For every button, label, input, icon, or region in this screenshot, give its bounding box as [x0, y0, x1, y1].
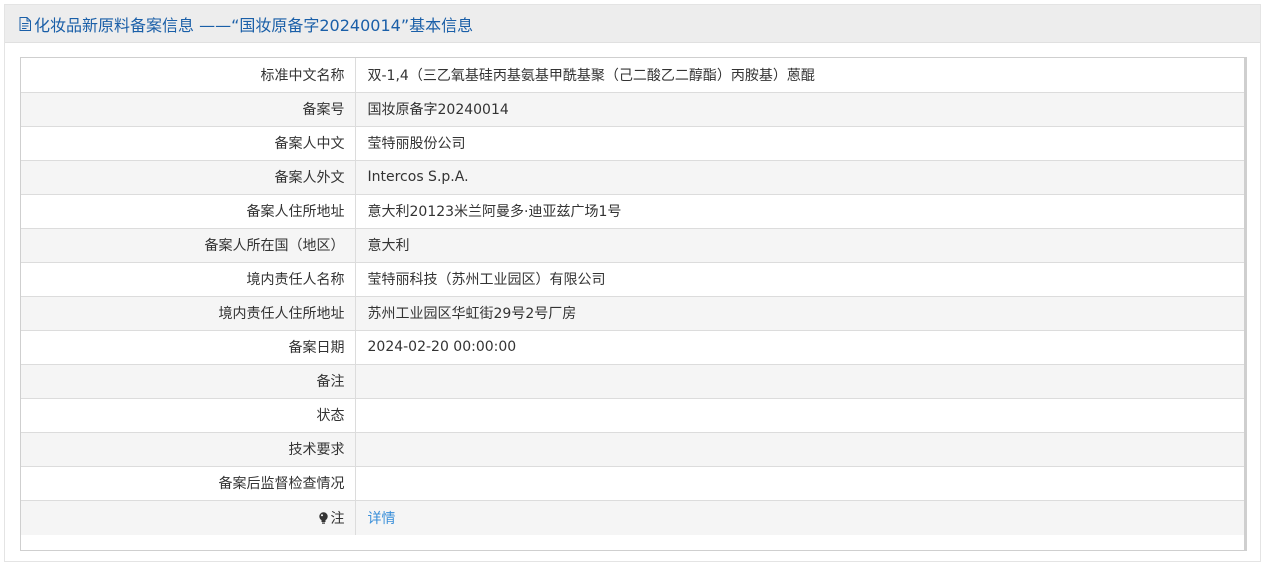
note-value-cell: 详情 — [355, 500, 1244, 535]
row-label: 备案人中文 — [21, 126, 356, 161]
table-row: 备案号 国妆原备字20240014 — [21, 92, 1244, 127]
info-table: 标准中文名称 双-1,4（三乙氧基硅丙基氨基甲酰基聚（己二酸乙二醇酯）丙胺基）蒽… — [21, 58, 1244, 535]
row-value: 2024-02-20 00:00:00 — [355, 330, 1244, 365]
table-row: 备案人外文 Intercos S.p.A. — [21, 160, 1244, 195]
page-title-text: 化妆品新原料备案信息 ——“国妆原备字20240014”基本信息 — [34, 15, 474, 35]
note-label-text: 注 — [330, 510, 345, 527]
note-row: 注 详情 — [21, 500, 1244, 535]
row-label: 备案号 — [21, 92, 356, 127]
row-value — [355, 364, 1244, 399]
row-value: 国妆原备字20240014 — [355, 92, 1244, 127]
table-row: 备注 — [21, 364, 1244, 399]
note-label: 注 — [318, 508, 345, 528]
details-link[interactable]: 详情 — [368, 511, 396, 527]
row-value: 双-1,4（三乙氧基硅丙基氨基甲酰基聚（己二酸乙二醇酯）丙胺基）蒽醌 — [355, 58, 1244, 93]
document-icon — [19, 16, 31, 31]
row-label: 备案人外文 — [21, 160, 356, 195]
row-value: 莹特丽股份公司 — [355, 126, 1244, 161]
row-label: 状态 — [21, 398, 356, 433]
row-label: 标准中文名称 — [21, 58, 356, 93]
table-row: 状态 — [21, 398, 1244, 433]
table-row: 技术要求 — [21, 432, 1244, 467]
table-row: 境内责任人住所地址 苏州工业园区华虹街29号2号厂房 — [21, 296, 1244, 331]
table-row: 境内责任人名称 莹特丽科技（苏州工业园区）有限公司 — [21, 262, 1244, 297]
row-value: 意大利 — [355, 228, 1244, 263]
row-value: 苏州工业园区华虹街29号2号厂房 — [355, 296, 1244, 331]
row-label: 备注 — [21, 364, 356, 399]
row-value — [355, 398, 1244, 433]
row-value: Intercos S.p.A. — [355, 160, 1244, 195]
row-label: 备案人住所地址 — [21, 194, 356, 229]
page-title: 化妆品新原料备案信息 ——“国妆原备字20240014”基本信息 — [19, 12, 473, 36]
info-panel: 化妆品新原料备案信息 ——“国妆原备字20240014”基本信息 标准中文名称 … — [4, 4, 1261, 562]
info-table-container: 标准中文名称 双-1,4（三乙氧基硅丙基氨基甲酰基聚（己二酸乙二醇酯）丙胺基）蒽… — [20, 57, 1247, 551]
table-row: 备案后监督检查情况 — [21, 466, 1244, 501]
table-row: 标准中文名称 双-1,4（三乙氧基硅丙基氨基甲酰基聚（己二酸乙二醇酯）丙胺基）蒽… — [21, 58, 1244, 93]
row-value — [355, 432, 1244, 467]
table-row: 备案人中文 莹特丽股份公司 — [21, 126, 1244, 161]
row-label: 境内责任人住所地址 — [21, 296, 356, 331]
note-label-cell: 注 — [21, 500, 356, 535]
row-label: 技术要求 — [21, 432, 356, 467]
panel-header: 化妆品新原料备案信息 ——“国妆原备字20240014”基本信息 — [5, 5, 1260, 43]
row-label: 备案后监督检查情况 — [21, 466, 356, 501]
table-row: 备案人所在国（地区） 意大利 — [21, 228, 1244, 263]
row-value — [355, 466, 1244, 501]
row-value: 意大利20123米兰阿曼多·迪亚兹广场1号 — [355, 194, 1244, 229]
row-label: 备案人所在国（地区） — [21, 228, 356, 263]
table-row: 备案人住所地址 意大利20123米兰阿曼多·迪亚兹广场1号 — [21, 194, 1244, 229]
row-value: 莹特丽科技（苏州工业园区）有限公司 — [355, 262, 1244, 297]
row-label: 境内责任人名称 — [21, 262, 356, 297]
lightbulb-icon — [318, 512, 328, 524]
row-label: 备案日期 — [21, 330, 356, 365]
table-row: 备案日期 2024-02-20 00:00:00 — [21, 330, 1244, 365]
